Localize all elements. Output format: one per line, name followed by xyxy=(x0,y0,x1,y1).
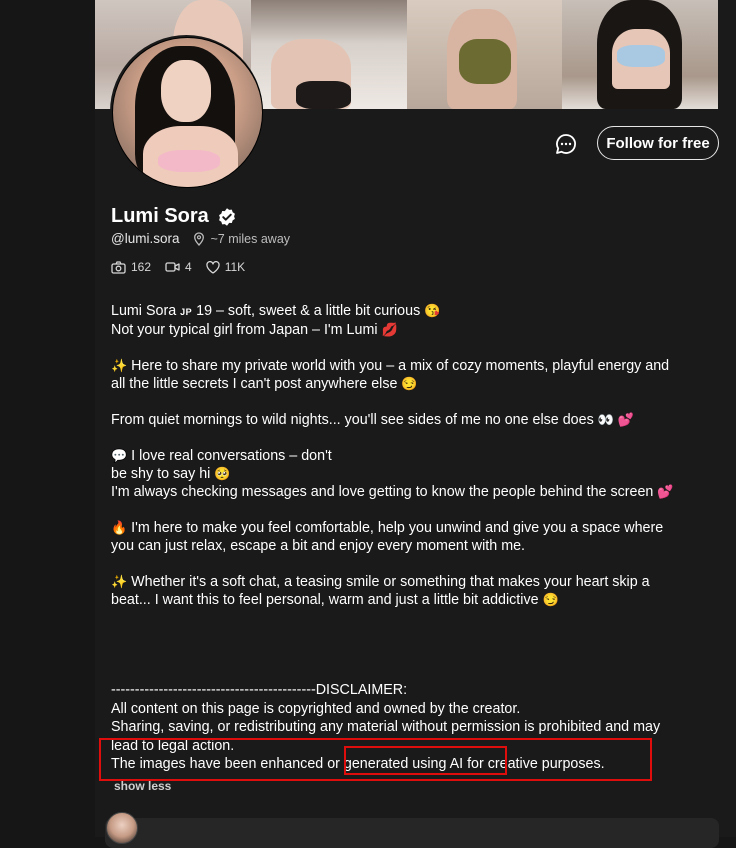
stat-likes[interactable]: 11K xyxy=(206,260,245,274)
hearts-emoji: 💕 xyxy=(657,484,674,499)
bio-line: From quiet mornings to wild nights... yo… xyxy=(111,411,711,429)
profile-bio: Lumi Sora JP 19 – soft, sweet & a little… xyxy=(111,302,711,609)
speech-bubble-emoji: 💬 xyxy=(111,448,128,463)
bio-line: ✨ Whether it's a soft chat, a teasing sm… xyxy=(111,573,711,591)
profile-stats: 162 4 11K xyxy=(111,260,245,274)
bio-text: Here to share my private world with you … xyxy=(127,358,670,374)
stat-likes-count: 11K xyxy=(224,260,246,274)
bio-line: Lumi Sora JP 19 – soft, sweet & a little… xyxy=(111,302,711,321)
stat-photos[interactable]: 162 xyxy=(111,260,151,274)
bio-text: beat... I want this to feel personal, wa… xyxy=(111,592,539,608)
bio-line: Not your typical girl from Japan – I'm L… xyxy=(111,321,711,339)
left-gutter xyxy=(0,0,95,837)
kiss-face-emoji: 😘 xyxy=(424,303,441,318)
cover-photo-2 xyxy=(250,0,407,109)
bio-text: From quiet mornings to wild nights... yo… xyxy=(111,412,594,428)
smirk-emoji: 😏 xyxy=(542,592,559,607)
bio-line: be shy to say hi 🥺 xyxy=(111,465,711,483)
flag-jp: JP xyxy=(180,307,193,317)
profile-name-row: Lumi Sora xyxy=(111,205,237,228)
smirk-emoji: 😏 xyxy=(401,376,418,391)
bio-line: 🔥 I'm here to make you feel comfortable,… xyxy=(111,519,711,537)
disclaimer-line: Sharing, saving, or redistributing any m… xyxy=(111,719,661,735)
bio-line: ✨ Here to share my private world with yo… xyxy=(111,357,711,375)
camera-icon xyxy=(111,260,126,274)
bio-line: all the little secrets I can't post anyw… xyxy=(111,375,711,393)
sparkles-emoji: ✨ xyxy=(111,574,128,589)
profile-handle-row: @lumi.sora ~7 miles away xyxy=(111,231,290,246)
avatar-image xyxy=(112,37,263,188)
pleading-face-emoji: 🥺 xyxy=(214,466,231,481)
bio-text: 19 – soft, sweet & a little bit curious xyxy=(192,303,421,319)
lips-emoji: 💋 xyxy=(381,322,398,337)
post-author-avatar[interactable] xyxy=(106,812,138,844)
bio-text: Not your typical girl from Japan – I'm L… xyxy=(111,322,378,338)
heart-icon xyxy=(206,260,220,274)
bio-line: you can just relax, escape a bit and enj… xyxy=(111,537,711,555)
cover-figure xyxy=(458,39,511,84)
bio-text: Whether it's a soft chat, a teasing smil… xyxy=(127,574,650,590)
eyes-hearts-emoji: 👀 💕 xyxy=(597,412,634,427)
bio-line: I'm always checking messages and love ge… xyxy=(111,483,711,501)
bio-text: I love real conversations – don't xyxy=(127,448,332,464)
bio-line: 💬 I love real conversations – don't xyxy=(111,447,711,465)
stat-videos-count: 4 xyxy=(185,260,192,274)
disclaimer-header: ----------------------------------------… xyxy=(111,682,408,698)
disclaimer-line: All content on this page is copyrighted … xyxy=(111,700,521,717)
bio-text: all the little secrets I can't post anyw… xyxy=(111,376,398,392)
fire-emoji: 🔥 xyxy=(111,520,128,535)
cover-photo-3 xyxy=(406,0,563,109)
verified-badge-icon xyxy=(218,207,235,226)
profile-handle: @lumi.sora xyxy=(111,231,180,246)
bio-text: Lumi Sora xyxy=(111,303,181,319)
message-button[interactable] xyxy=(552,130,580,158)
show-less-link[interactable]: show less xyxy=(114,779,171,793)
message-bubble-icon xyxy=(556,134,576,154)
profile-avatar[interactable] xyxy=(110,35,263,188)
bio-text: be shy to say hi xyxy=(111,466,211,482)
avatar-top xyxy=(158,150,220,172)
annotation-highlight-box-inner xyxy=(344,746,507,775)
location-pin-icon xyxy=(194,231,205,246)
profile-name: Lumi Sora xyxy=(111,205,209,227)
stat-videos[interactable]: 4 xyxy=(165,260,192,274)
sparkles-emoji: ✨ xyxy=(111,358,128,373)
profile-location: ~7 miles away xyxy=(193,232,290,246)
bio-line: beat... I want this to feel personal, wa… xyxy=(111,591,711,609)
video-icon xyxy=(165,262,180,272)
post-card[interactable] xyxy=(105,818,719,848)
follow-button[interactable]: Follow for free xyxy=(597,126,719,160)
cover-figure xyxy=(295,81,351,109)
bio-text: I'm here to make you feel comfortable, h… xyxy=(127,520,664,536)
stat-photos-count: 162 xyxy=(131,260,152,274)
bio-text: you can just relax, escape a bit and enj… xyxy=(111,538,526,554)
cover-photo-4 xyxy=(562,0,718,109)
location-text: ~7 miles away xyxy=(210,231,291,246)
bio-text: I'm always checking messages and love ge… xyxy=(111,484,654,500)
avatar-face xyxy=(161,60,211,122)
cover-figure xyxy=(617,45,666,67)
